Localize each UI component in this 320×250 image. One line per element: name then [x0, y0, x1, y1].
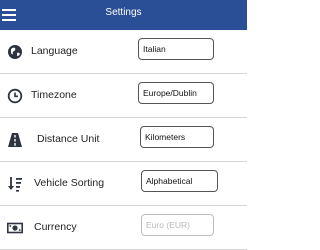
setting-row-vehicle-sorting: Vehicle Sorting Alphabetical [0, 162, 247, 206]
app-bar: Settings [0, 0, 247, 30]
globe-icon [8, 45, 22, 59]
setting-label: Vehicle Sorting [34, 177, 105, 189]
language-field[interactable]: Italian [138, 38, 214, 60]
setting-row-timezone: Timezone Europe/Dublin [0, 74, 247, 118]
setting-row-language: Language Italian [0, 30, 247, 74]
setting-label: Language [31, 45, 78, 57]
setting-row-distance-unit: Distance Unit Kilometers [0, 118, 247, 162]
vehicle-sorting-field[interactable]: Alphabetical [141, 170, 218, 192]
scroll-edge [247, 0, 255, 250]
setting-label: Timezone [31, 89, 77, 101]
road-icon [8, 133, 22, 147]
setting-label: Distance Unit [37, 133, 100, 145]
currency-field[interactable]: Euro (EUR) [141, 214, 214, 236]
setting-row-currency: Currency Euro (EUR) [0, 206, 247, 250]
sort-icon [8, 177, 22, 192]
distance-unit-field[interactable]: Kilometers [140, 126, 214, 148]
setting-label: Currency [34, 221, 77, 233]
clock-icon [7, 88, 23, 104]
money-icon [7, 222, 23, 234]
page-title: Settings [105, 7, 142, 18]
timezone-field[interactable]: Europe/Dublin [138, 82, 214, 104]
